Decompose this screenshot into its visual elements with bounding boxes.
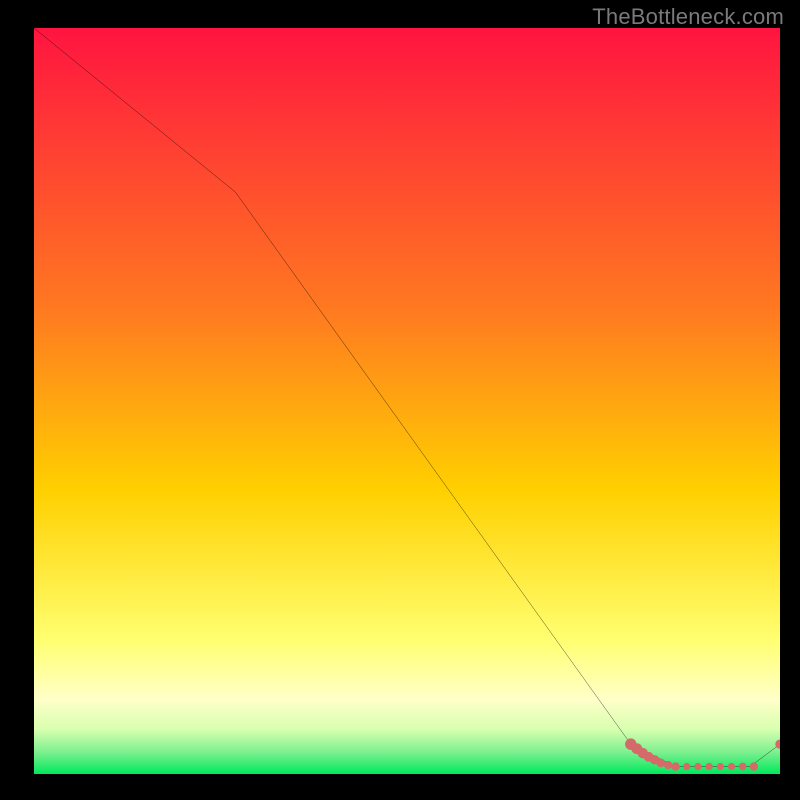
curve-marker xyxy=(728,763,735,770)
curve-marker xyxy=(683,763,690,770)
watermark-text: TheBottleneck.com xyxy=(592,4,784,30)
curve-marker xyxy=(694,763,701,770)
curve-marker xyxy=(717,763,724,770)
chart-svg xyxy=(34,28,780,774)
curve-marker xyxy=(705,763,712,770)
chart-frame: TheBottleneck.com xyxy=(0,0,800,800)
curve-marker xyxy=(671,762,679,770)
chart-plot-area xyxy=(34,28,780,774)
curve-marker xyxy=(739,763,747,771)
curve-marker xyxy=(750,762,758,770)
gradient-background xyxy=(34,28,780,774)
curve-marker xyxy=(656,758,665,767)
curve-marker xyxy=(664,761,672,769)
